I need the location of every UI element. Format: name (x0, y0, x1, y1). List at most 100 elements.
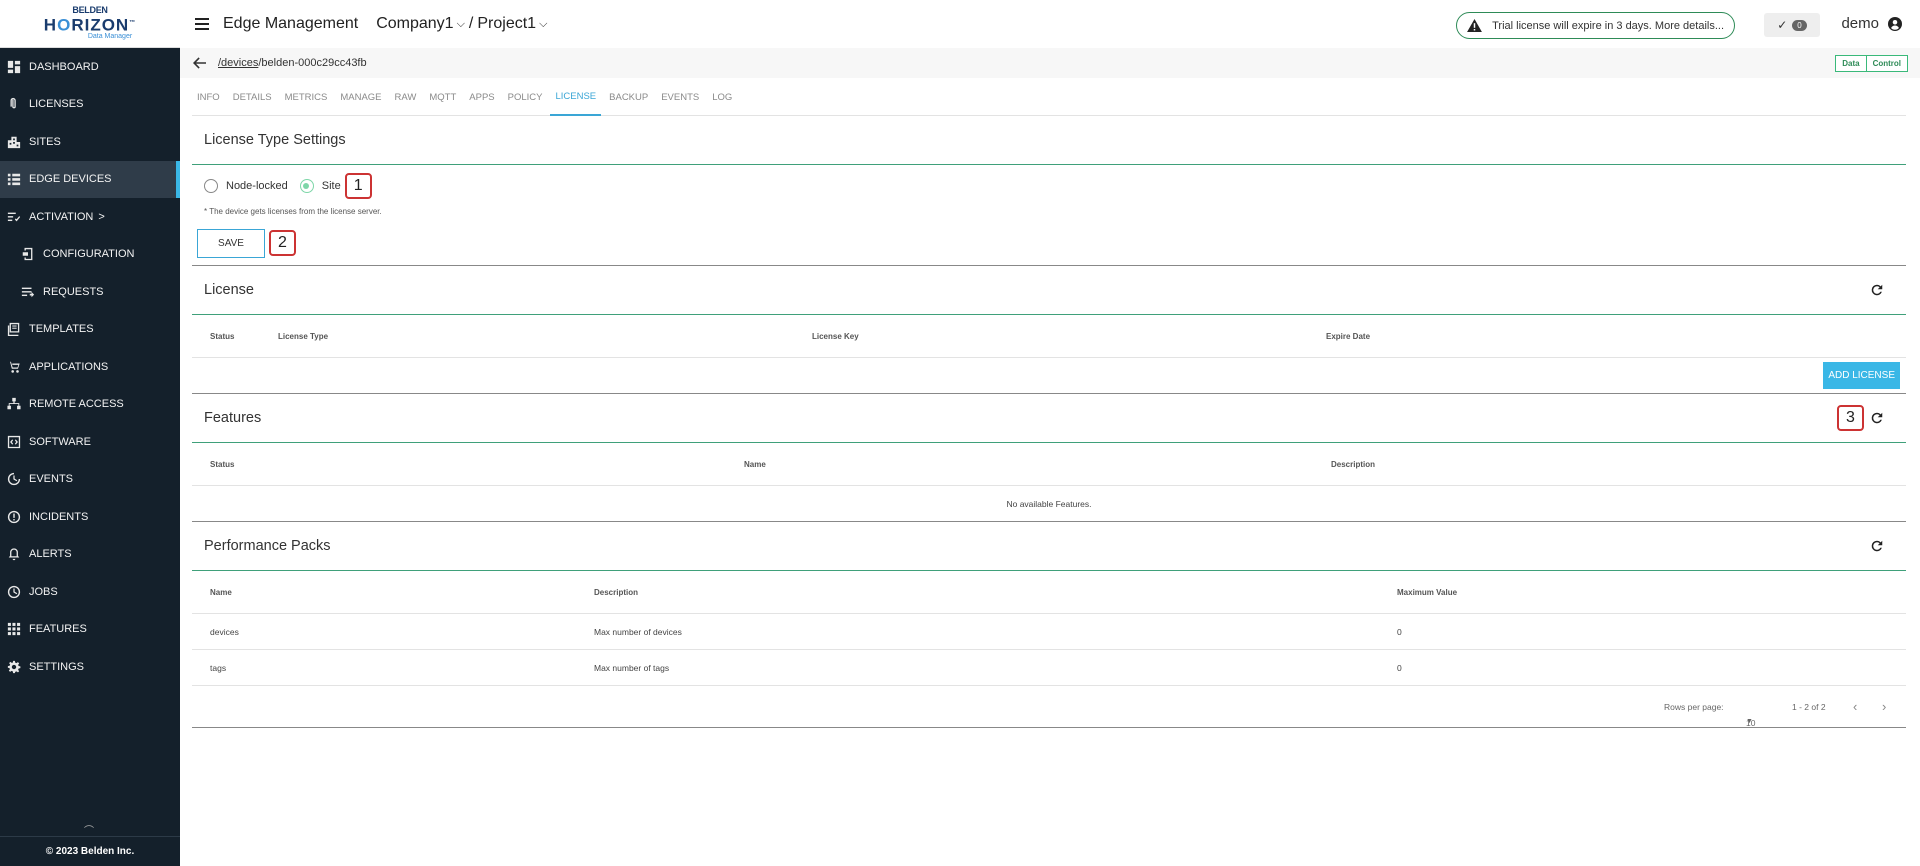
col-status: Status (210, 459, 235, 469)
tab-raw[interactable]: RAW (390, 78, 422, 116)
sidebar-item-remote-access[interactable]: REMOTE ACCESS (0, 386, 180, 424)
sidebar-item-label: SETTINGS (29, 660, 85, 673)
menu-icon[interactable] (195, 18, 209, 30)
tab-license[interactable]: LICENSE (550, 78, 602, 116)
tab-mqtt[interactable]: MQTT (424, 78, 461, 116)
tab-backup[interactable]: BACKUP (604, 78, 653, 116)
logo[interactable]: BELDEN HORIZON™ Data Manager (0, 0, 180, 48)
logo-product: HORIZON™ (43, 15, 137, 35)
tasks-badge[interactable]: ✓ 0 (1764, 13, 1820, 37)
refresh-icon[interactable] (1870, 283, 1884, 297)
chevron-right-icon: > (98, 210, 105, 223)
tab-details[interactable]: DETAILS (228, 78, 277, 116)
sidebar-item-features[interactable]: FEATURES (0, 611, 180, 649)
license-table-header: Status License Type License Key Expire D… (192, 315, 1906, 358)
tab-apps[interactable]: APPS (464, 78, 499, 116)
tab-info[interactable]: INFO (192, 78, 225, 116)
sidebar-nav: DASHBOARD LICENSES SITES EDGE DEVICES AC… (0, 48, 180, 686)
sidebar-item-settings[interactable]: SETTINGS (0, 648, 180, 686)
sidebar-item-edge-devices[interactable]: EDGE DEVICES (0, 160, 180, 198)
sidebar-item-applications[interactable]: APPLICATIONS (0, 348, 180, 386)
sidebar-item-label: ACTIVATION (29, 210, 94, 223)
features-empty-message: No available Features. (192, 486, 1906, 522)
license-section: License Status License Type License Key … (192, 266, 1906, 394)
tasks-count: 0 (1792, 19, 1807, 31)
sidebar-item-events[interactable]: EVENTS (0, 461, 180, 499)
tab-metrics[interactable]: METRICS (280, 78, 333, 116)
templates-icon (6, 321, 22, 337)
refresh-icon[interactable] (1870, 539, 1884, 553)
section-title: License Type Settings (192, 116, 1906, 165)
list-icon (6, 171, 22, 187)
toggle-data[interactable]: Data (1835, 55, 1867, 72)
chevron-down-icon[interactable]: ⌵ (457, 18, 465, 31)
warning-icon (1467, 19, 1483, 32)
table-row: tags Max number of tags 0 (192, 650, 1906, 686)
sidebar-item-label: SOFTWARE (29, 435, 91, 448)
sidebar-item-label: SITES (29, 135, 61, 148)
sidebar-item-licenses[interactable]: LICENSES (0, 86, 180, 124)
sidebar-item-incidents[interactable]: INCIDENTS (0, 498, 180, 536)
toggle-control[interactable]: Control (1866, 55, 1908, 72)
tab-policy[interactable]: POLICY (503, 78, 548, 116)
sidebar-item-templates[interactable]: TEMPLATES (0, 311, 180, 349)
sidebar-item-configuration[interactable]: CONFIGURATION (0, 236, 180, 274)
device-path-bar: /devices/belden-000c29cc43fb Data Contro… (180, 48, 1920, 78)
sidebar-item-requests[interactable]: REQUESTS (0, 273, 180, 311)
cell-description: Max number of devices (594, 626, 682, 637)
company-selector[interactable]: Company1 (376, 15, 453, 33)
col-license-key: License Key (812, 331, 859, 341)
devices-link[interactable]: /devices (218, 57, 258, 69)
tab-events[interactable]: EVENTS (656, 78, 704, 116)
sidebar-item-activation[interactable]: ACTIVATION > (0, 198, 180, 236)
radio-site[interactable]: Site (299, 179, 341, 193)
callout-3: 3 (1837, 405, 1864, 431)
next-page-icon[interactable]: › (1882, 699, 1886, 714)
back-arrow-icon[interactable] (193, 57, 206, 69)
sidebar-item-label: EVENTS (29, 473, 74, 486)
add-license-button[interactable]: ADD LICENSE (1823, 362, 1900, 389)
license-actions: ADD LICENSE (192, 358, 1906, 394)
logo-brand: BELDEN (72, 4, 108, 15)
cart-icon (6, 359, 22, 375)
chevron-down-icon[interactable]: ⌵ (539, 18, 547, 31)
collapse-handle-icon[interactable]: ⌒ (80, 822, 98, 837)
license-type-note: * The device gets licenses from the lice… (204, 207, 382, 216)
cell-name: tags (210, 662, 227, 673)
sidebar-item-label: EDGE DEVICES (29, 173, 112, 186)
bell-icon (6, 546, 22, 562)
col-status: Status (210, 331, 235, 341)
sidebar-item-software[interactable]: SOFTWARE (0, 423, 180, 461)
prev-page-icon[interactable]: ‹ (1853, 699, 1857, 714)
radio-circle (204, 179, 218, 193)
trial-license-banner[interactable]: Trial license will expire in 3 days. Mor… (1456, 12, 1735, 39)
sidebar-item-alerts[interactable]: ALERTS (0, 536, 180, 574)
grid-icon (6, 621, 22, 637)
sidebar-item-dashboard[interactable]: DASHBOARD (0, 48, 180, 86)
performance-packs-section: Performance Packs Name Description Maxim… (192, 522, 1906, 728)
device-tabs: INFO DETAILS METRICS MANAGE RAW MQTT APP… (192, 78, 1906, 116)
cell-name: devices (210, 626, 239, 637)
cell-max: 0 (1397, 662, 1402, 673)
col-name: Name (744, 459, 766, 469)
sidebar-item-label: INCIDENTS (29, 510, 89, 523)
software-icon (6, 434, 22, 450)
tab-log[interactable]: LOG (707, 78, 737, 116)
requests-icon (20, 284, 36, 300)
callout-1: 1 (344, 173, 372, 199)
gear-icon (6, 659, 22, 675)
logo-subtitle: Data Manager (87, 33, 133, 41)
sidebar-item-jobs[interactable]: JOBS (0, 573, 180, 611)
check-icon: ✓ (1777, 18, 1788, 32)
sidebar-item-sites[interactable]: SITES (0, 123, 180, 161)
refresh-icon[interactable] (1870, 411, 1884, 425)
sidebar-item-label: ALERTS (29, 548, 72, 561)
user-menu[interactable]: demo (1841, 15, 1902, 32)
dashboard-icon (6, 59, 22, 75)
tab-manage[interactable]: MANAGE (335, 78, 386, 116)
pagination: Rows per page: 10 ▼ 1 - 2 of 2 ‹ › (192, 686, 1906, 728)
save-button[interactable]: SAVE (197, 228, 265, 258)
project-selector[interactable]: Project1 (477, 15, 536, 33)
features-table-header: Status Name Description (192, 443, 1906, 486)
radio-node-locked[interactable]: Node-locked (204, 179, 288, 193)
